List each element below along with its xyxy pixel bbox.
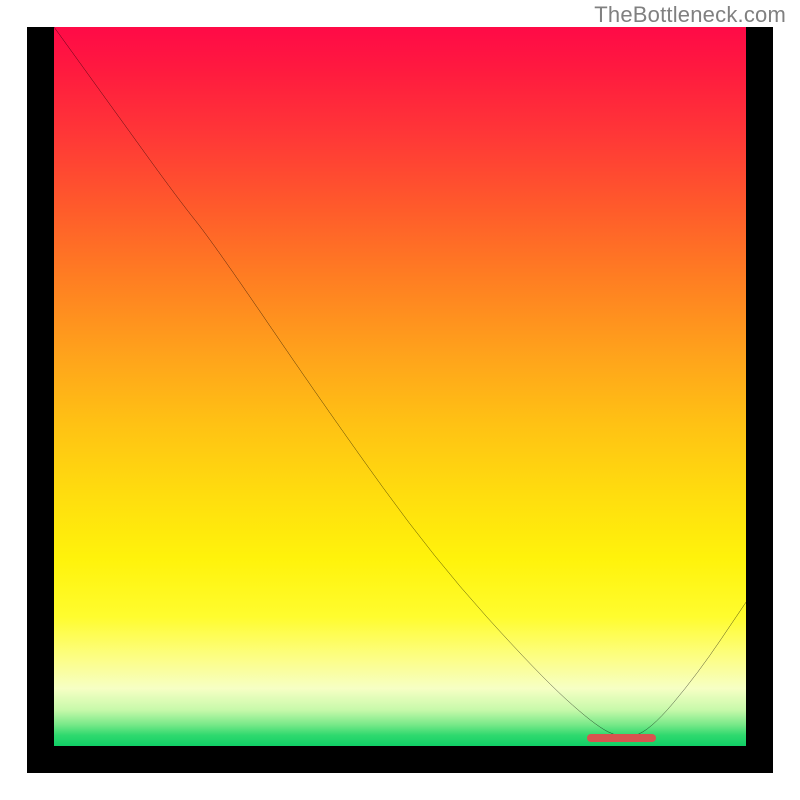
chart-container: TheBottleneck.com xyxy=(0,0,800,800)
bottleneck-curve xyxy=(54,27,746,746)
optimum-marker xyxy=(587,734,656,742)
watermark-label: TheBottleneck.com xyxy=(594,2,786,28)
plot-frame xyxy=(27,27,773,773)
